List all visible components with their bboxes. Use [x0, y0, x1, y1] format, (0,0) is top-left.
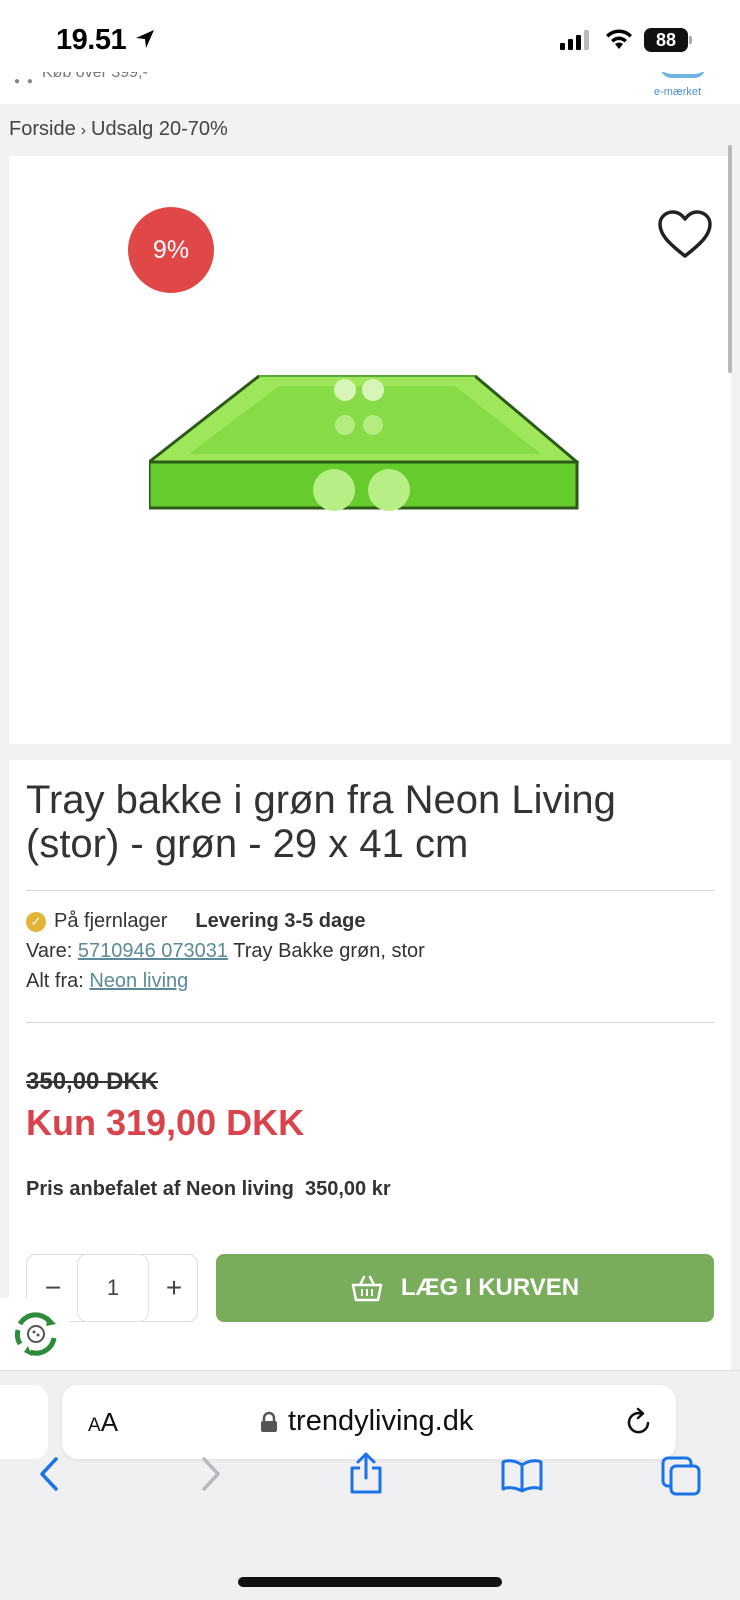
- sku-link[interactable]: 5710946 073031: [78, 940, 228, 962]
- battery-icon: 88: [644, 28, 692, 52]
- url-text[interactable]: trendyliving.dk: [288, 1405, 473, 1438]
- battery-level: 88: [644, 28, 688, 52]
- basket-icon: [351, 1275, 383, 1302]
- top-banner: ● ● Køb over 399,- e-mærket: [0, 72, 740, 104]
- brand-row: Alt fra: Neon living: [26, 970, 188, 993]
- check-icon: ✓: [26, 911, 46, 932]
- add-to-cart-button[interactable]: LÆG I KURVEN: [216, 1254, 714, 1322]
- screen: 19.51 88 ● ● Køb over 399,- e-mærket For…: [0, 0, 740, 1600]
- signal-icon: [560, 30, 589, 50]
- heart-icon[interactable]: [657, 210, 713, 260]
- recycle-icon: [14, 1312, 57, 1356]
- breadcrumb-home[interactable]: Forside: [9, 118, 76, 140]
- recommended-price-value: 350,00 kr: [304, 1178, 391, 1200]
- quantity-increase-button[interactable]: +: [149, 1255, 199, 1321]
- product-title: Tray bakke i grøn fra Neon Living (stor)…: [26, 778, 616, 866]
- tabs-icon[interactable]: [660, 1455, 702, 1497]
- emaerket-logo: [660, 72, 706, 78]
- sku-label: Vare:: [26, 940, 73, 962]
- previous-tab-preview[interactable]: [0, 1385, 48, 1459]
- quantity-input[interactable]: 1: [77, 1254, 149, 1322]
- divider: [26, 1022, 714, 1023]
- old-price: 350,00 DKK: [26, 1068, 159, 1095]
- recommended-price: Pris anbefalet af Neon living 350,00 kr: [26, 1178, 391, 1201]
- home-indicator: [238, 1577, 502, 1587]
- lock-icon: [261, 1411, 277, 1432]
- status-bar: 19.51 88: [0, 0, 740, 72]
- banner-text: Køb over 399,-: [42, 72, 148, 81]
- share-icon[interactable]: [346, 1451, 386, 1495]
- brand-link[interactable]: Neon living: [89, 970, 188, 992]
- battery-cap: [689, 36, 692, 44]
- breadcrumb-current[interactable]: Udsalg 20-70%: [91, 118, 228, 140]
- stock-row: ✓ På fjernlager Levering 3-5 dage: [26, 910, 365, 933]
- product-image-card[interactable]: 9%: [9, 156, 731, 744]
- divider: [26, 890, 714, 891]
- stock-status: På fjernlager: [54, 910, 168, 932]
- brand-label: Alt fra:: [26, 970, 84, 992]
- reader-settings-button[interactable]: AA: [88, 1407, 118, 1438]
- reload-icon[interactable]: [624, 1407, 654, 1437]
- breadcrumb: Forside › Udsalg 20-70%: [9, 118, 228, 141]
- back-icon[interactable]: [36, 1455, 64, 1493]
- sku-name: Tray Bakke grøn, stor: [233, 940, 425, 962]
- sku-row: Vare: 5710946 073031 Tray Bakke grøn, st…: [26, 940, 425, 963]
- banner-dots: ● ●: [14, 76, 35, 87]
- discount-badge: 9%: [128, 207, 214, 293]
- location-arrow-icon: [136, 30, 154, 48]
- status-time: 19.51: [56, 24, 127, 56]
- breadcrumb-separator: ›: [80, 122, 87, 139]
- forward-icon[interactable]: [196, 1455, 224, 1493]
- product-info-card: Tray bakke i grøn fra Neon Living (stor)…: [9, 760, 731, 1370]
- delivery-time: Levering 3-5 dage: [195, 910, 366, 932]
- emaerket-label: e-mærket: [654, 86, 702, 98]
- sale-price: Kun 319,00 DKK: [26, 1102, 305, 1143]
- page-scrollbar[interactable]: [728, 145, 732, 373]
- recycle-widget[interactable]: [0, 1298, 72, 1370]
- bookmarks-icon[interactable]: [500, 1457, 544, 1493]
- wifi-icon: [606, 29, 632, 49]
- recommended-price-label: Pris anbefalet af Neon living: [26, 1178, 294, 1200]
- product-image: [149, 374, 580, 511]
- browser-toolbar: AA trendyliving.dk: [0, 1370, 740, 1600]
- address-bar[interactable]: AA trendyliving.dk: [62, 1385, 676, 1459]
- add-to-cart-label: LÆG I KURVEN: [400, 1274, 580, 1301]
